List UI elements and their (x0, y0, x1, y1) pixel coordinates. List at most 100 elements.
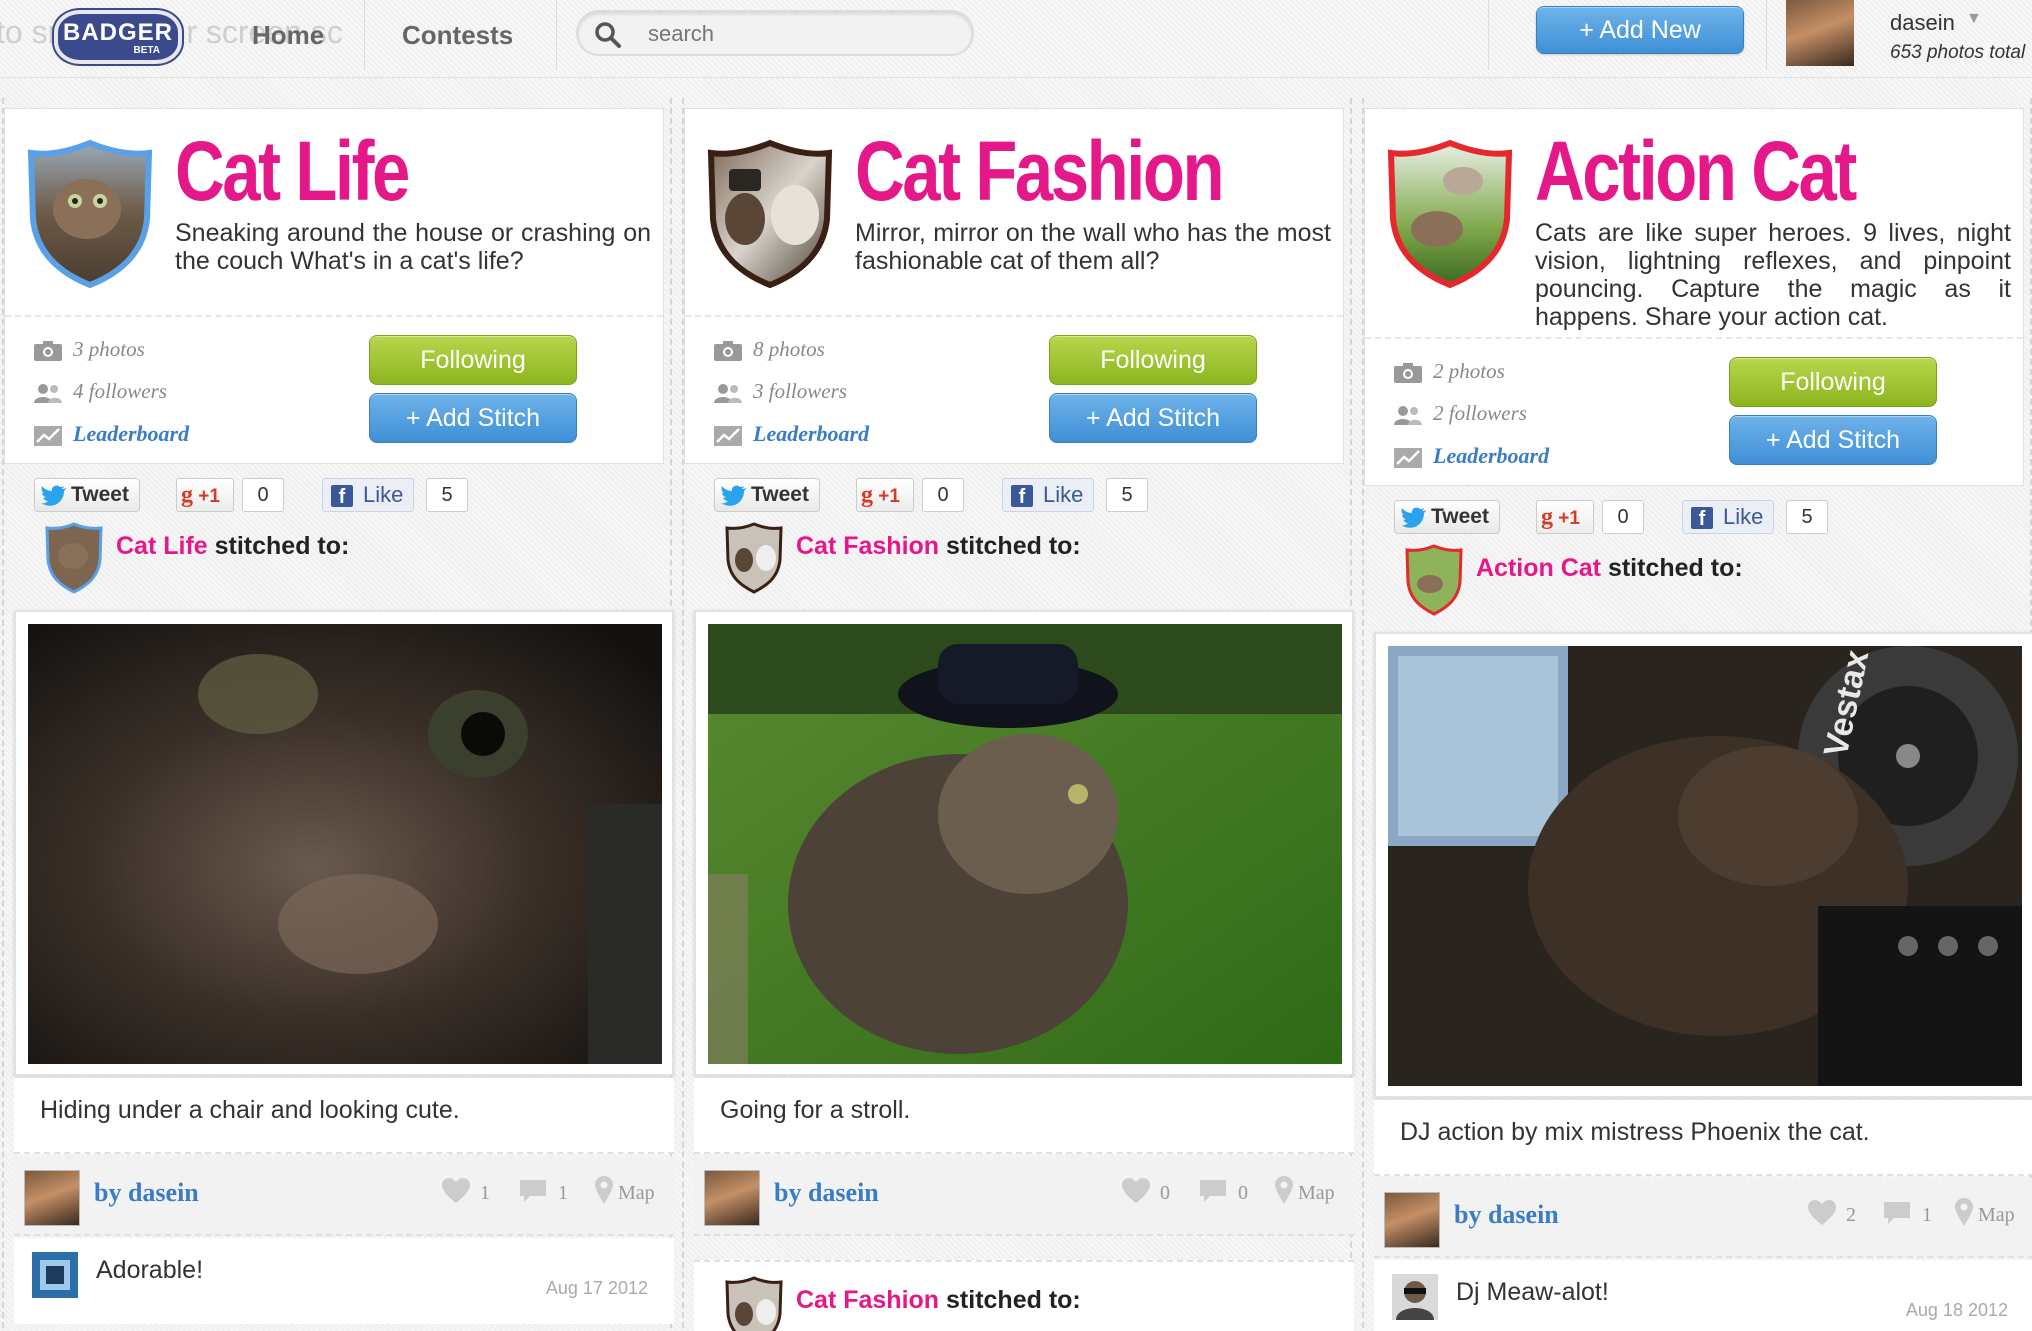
photo-card[interactable]: Vestax (1374, 632, 2032, 1098)
add-stitch-button[interactable]: + Add Stitch (369, 393, 577, 443)
cat-life-mini-shield-icon[interactable] (44, 522, 104, 594)
action-cat-shield-icon[interactable] (1385, 139, 1515, 289)
commenter-avatar[interactable] (1392, 1274, 1438, 1320)
following-button[interactable]: Following (369, 335, 577, 385)
search-input[interactable] (648, 20, 948, 48)
stitch-suffix: stitched to: (939, 1286, 1081, 1314)
leaderboard-label[interactable]: Leaderboard (1433, 443, 1549, 468)
author-avatar[interactable] (704, 1170, 760, 1226)
action-cat-mini-shield-icon[interactable] (1404, 544, 1464, 616)
stitch-header: Cat Fashion stitched to: (724, 1276, 1344, 1331)
chart-icon (714, 426, 742, 447)
dj-cat-photo[interactable]: Vestax (1388, 646, 2022, 1086)
comment-text: Adorable! (96, 1256, 204, 1284)
leaderboard-link[interactable]: Leaderboard (1393, 443, 1549, 469)
cat-photo-closeup[interactable] (28, 624, 662, 1064)
like-count: 5 (426, 478, 468, 512)
search-box[interactable] (576, 10, 974, 56)
stitch-group-link[interactable]: Cat Fashion (796, 1286, 939, 1314)
twitter-bird-icon (41, 485, 66, 506)
twitter-bird-icon (721, 485, 746, 506)
google-plus-button[interactable]: g +1 (176, 478, 234, 512)
top-navigation-bar: to snap it your screen sc BADGER BETA Ho… (0, 0, 2032, 78)
map-link[interactable]: Map (618, 1182, 655, 1205)
photo-count: 8 photos (713, 337, 825, 362)
stitch-text: Cat Life stitched to: (116, 532, 349, 561)
stitch-group-link[interactable]: Action Cat (1476, 554, 1601, 582)
gplus-label: +1 (878, 486, 900, 507)
google-plus-button[interactable]: g +1 (856, 478, 914, 512)
group-card: Cat Life Sneaking around the house or cr… (4, 108, 664, 464)
cat-in-hat-photo[interactable] (708, 624, 1342, 1064)
author-avatar[interactable] (24, 1170, 80, 1226)
map-pin-icon[interactable] (594, 1176, 614, 1204)
user-menu-caret-icon[interactable]: ▼ (1966, 10, 1982, 28)
facebook-like-button[interactable]: f Like (322, 478, 414, 512)
following-button[interactable]: Following (1729, 357, 1937, 407)
map-pin-icon[interactable] (1954, 1198, 1974, 1226)
photo-count: 2 photos (1393, 359, 1505, 384)
author-avatar[interactable] (1384, 1192, 1440, 1248)
heart-icon[interactable] (1808, 1200, 1836, 1226)
nav-home-link[interactable]: Home (252, 20, 324, 51)
comment-icon[interactable] (1882, 1200, 1912, 1226)
add-stitch-button[interactable]: + Add Stitch (1729, 415, 1937, 465)
group-stats: 2 photos 2 followers Leaderboard Followi… (1365, 337, 2023, 487)
cat-fashion-mini-shield-icon[interactable] (724, 522, 784, 594)
comment-count: 1 (558, 1182, 568, 1204)
photo-caption: DJ action by mix mistress Phoenix the ca… (1374, 1100, 2032, 1176)
heart-icon[interactable] (442, 1178, 470, 1204)
photo-card[interactable] (14, 610, 674, 1076)
commenter-avatar[interactable] (32, 1252, 78, 1298)
map-link[interactable]: Map (1978, 1204, 2015, 1227)
group-title[interactable]: Cat Life (175, 123, 410, 220)
comment-icon[interactable] (1198, 1178, 1228, 1204)
group-title[interactable]: Action Cat (1535, 123, 1857, 220)
following-button[interactable]: Following (1049, 335, 1257, 385)
stitch-suffix: stitched to: (207, 532, 350, 560)
map-link[interactable]: Map (1298, 1182, 1335, 1205)
facebook-like-button[interactable]: f Like (1682, 500, 1774, 534)
facebook-like-button[interactable]: f Like (1002, 478, 1094, 512)
gplus-count: 0 (922, 478, 964, 512)
photo-count: 3 photos (33, 337, 145, 362)
author-link[interactable]: by dasein (1454, 1200, 1559, 1230)
gplus-label: +1 (1558, 508, 1580, 529)
author-link[interactable]: by dasein (774, 1178, 879, 1208)
stitch-group-link[interactable]: Cat Life (116, 532, 208, 560)
tweet-button[interactable]: Tweet (34, 478, 140, 512)
stitch-group-link[interactable]: Cat Fashion (796, 532, 939, 560)
cat-life-shield-icon[interactable] (25, 139, 155, 289)
author-link[interactable]: by dasein (94, 1178, 199, 1208)
add-new-button[interactable]: + Add New (1536, 6, 1744, 54)
user-avatar[interactable] (1786, 0, 1854, 66)
chart-icon (34, 426, 62, 447)
group-description: Sneaking around the house or crashing on… (175, 219, 651, 275)
leaderboard-link[interactable]: Leaderboard (33, 421, 189, 447)
leaderboard-link[interactable]: Leaderboard (713, 421, 869, 447)
photo-card[interactable] (694, 610, 1354, 1076)
user-name[interactable]: dasein (1890, 10, 1955, 36)
badger-logo[interactable]: BADGER BETA (54, 10, 182, 64)
leaderboard-label[interactable]: Leaderboard (73, 421, 189, 446)
heart-icon[interactable] (1122, 1178, 1150, 1204)
followers-icon (34, 384, 62, 404)
gplus-label: +1 (198, 486, 220, 507)
tweet-label: Tweet (751, 483, 809, 506)
add-stitch-button[interactable]: + Add Stitch (1049, 393, 1257, 443)
tweet-button[interactable]: Tweet (714, 478, 820, 512)
like-label: Like (363, 482, 404, 507)
cat-fashion-shield-icon[interactable] (705, 139, 835, 289)
comment-icon[interactable] (518, 1178, 548, 1204)
group-title[interactable]: Cat Fashion (855, 123, 1225, 220)
google-plus-button[interactable]: g +1 (1536, 500, 1594, 534)
leaderboard-label[interactable]: Leaderboard (753, 421, 869, 446)
nav-contests-link[interactable]: Contests (402, 20, 513, 51)
cat-fashion-mini-shield-icon[interactable] (724, 1276, 784, 1331)
stitch-text: Action Cat stitched to: (1476, 554, 1743, 583)
tweet-button[interactable]: Tweet (1394, 500, 1500, 534)
photo-caption: Going for a stroll. (694, 1078, 1354, 1154)
camera-icon (34, 341, 62, 362)
map-pin-icon[interactable] (1274, 1176, 1294, 1204)
follower-count: 3 followers (713, 379, 847, 404)
